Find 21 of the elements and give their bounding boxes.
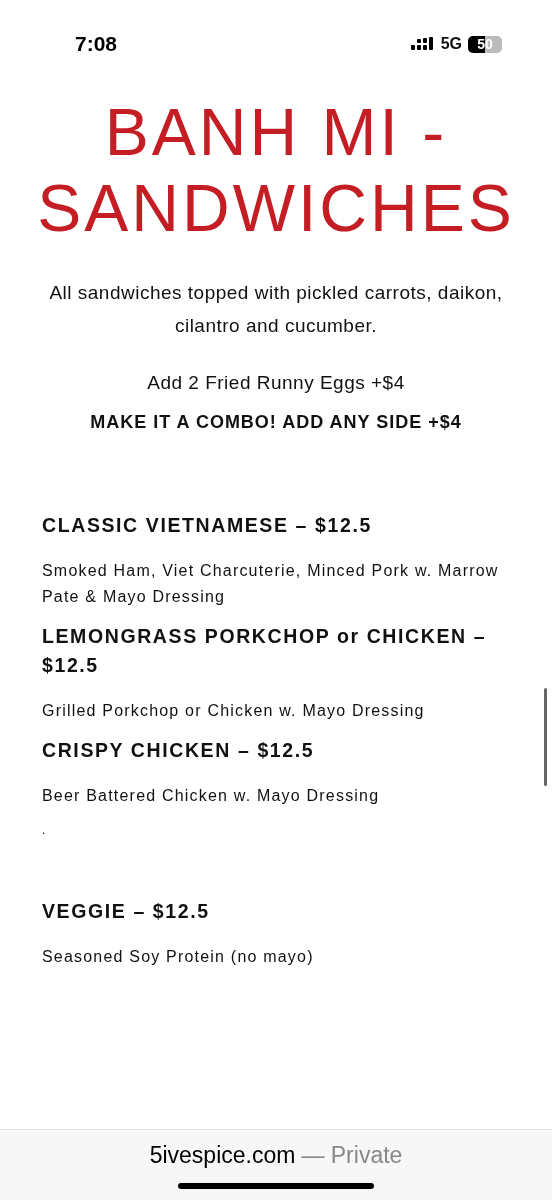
signal-icon bbox=[410, 37, 435, 51]
network-label: 5G bbox=[440, 35, 462, 53]
item-description: Seasoned Soy Protein (no mayo) bbox=[42, 947, 315, 967]
page-title: BANH MI - SANDWICHES bbox=[36, 94, 516, 246]
home-indicator[interactable] bbox=[178, 1183, 374, 1189]
item-description: Grilled Porkchop or Chicken w. Mayo Dressing bbox=[42, 701, 426, 721]
scrollbar[interactable] bbox=[544, 688, 547, 786]
item-name: VEGGIE – $12.5 bbox=[42, 899, 211, 924]
addon-text: Add 2 Fried Runny Eggs +$4 bbox=[146, 372, 406, 394]
item-name: CRISPY CHICKEN – $12.5 bbox=[42, 738, 316, 763]
item-description: Smoked Ham, Viet Charcuterie, Minced Pork w. Marrow Pate & Mayo Dressing bbox=[42, 561, 500, 607]
item-description: Beer Battered Chicken w. Mayo Dressing bbox=[42, 786, 381, 806]
url-domain: 5ivespice.com bbox=[149, 1142, 296, 1169]
combo-text: MAKE IT A COMBO! ADD ANY SIDE +$4 bbox=[89, 412, 463, 433]
item-name: LEMONGRASS PORKCHOP or CHICKEN – $12.5 bbox=[42, 624, 488, 678]
note-text: . bbox=[42, 823, 47, 837]
address-bar[interactable]: 5ivespice.com — Private bbox=[0, 1129, 552, 1200]
intro-text: All sandwiches topped with pickled carrots, daikon, cilantro and cucumber. bbox=[48, 281, 504, 338]
private-label: — Private bbox=[301, 1142, 403, 1169]
status-time: 7:08 bbox=[75, 32, 118, 56]
item-name: CLASSIC VIETNAMESE – $12.5 bbox=[42, 513, 373, 538]
